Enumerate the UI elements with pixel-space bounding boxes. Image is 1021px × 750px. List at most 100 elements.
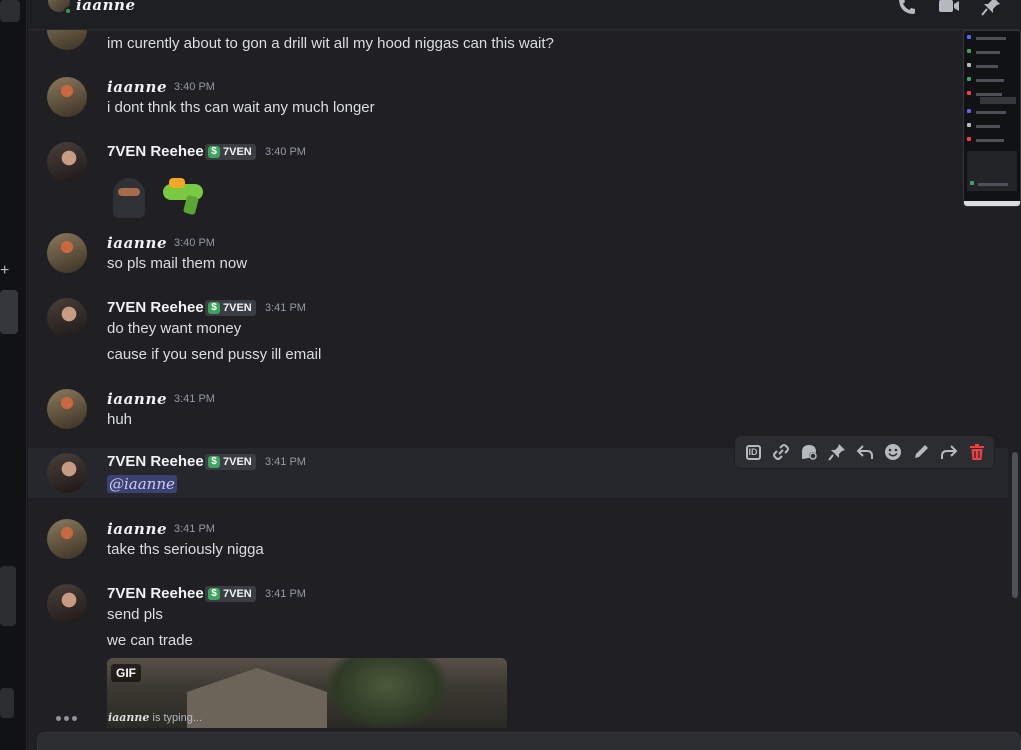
add-reaction-icon[interactable] <box>879 438 907 466</box>
preview-line <box>976 79 1004 82</box>
message-author[interactable]: iaanne <box>107 520 167 538</box>
message-author[interactable]: iaanne <box>107 234 167 252</box>
user-avatar[interactable] <box>47 142 87 182</box>
message-list[interactable]: im curently about to gon a drill wit all… <box>28 30 1021 750</box>
sidebar-fragment-selected[interactable] <box>0 290 18 334</box>
gif-badge: GIF <box>111 664 141 682</box>
edit-icon[interactable] <box>907 438 935 466</box>
message-item[interactable]: iaanne 3:40 PM so pls mail them now <box>28 231 1008 281</box>
phone-call-icon[interactable] <box>896 0 918 18</box>
message-item[interactable]: 7VEN Reehee $7VEN 3:41 PM do they want m… <box>28 296 1008 372</box>
forward-icon[interactable] <box>935 438 963 466</box>
user-avatar[interactable] <box>47 233 87 273</box>
scrollbar-thumb[interactable] <box>1012 452 1018 598</box>
message-text: so pls mail them now <box>107 255 248 272</box>
typing-indicator: iaanne is typing... <box>108 711 202 724</box>
clan-tag-label: 7VEN <box>223 146 252 158</box>
preview-server-icon <box>967 63 971 67</box>
user-avatar[interactable] <box>47 298 87 338</box>
pin-message-icon[interactable] <box>823 438 851 466</box>
message-text: we can trade <box>107 632 193 649</box>
preview-server-icon <box>967 123 971 127</box>
create-thread-icon[interactable] <box>795 438 823 466</box>
header-username[interactable]: iaanne <box>76 0 136 14</box>
message-item[interactable]: im curently about to gon a drill wit all… <box>28 30 1008 54</box>
message-author[interactable]: iaanne <box>107 390 167 408</box>
clan-tag-badge[interactable]: $7VEN <box>205 454 256 470</box>
message-timestamp: 3:40 PM <box>265 146 306 158</box>
delete-icon[interactable] <box>963 438 991 466</box>
message-timestamp: 3:41 PM <box>174 523 215 535</box>
clan-tag-label: 7VEN <box>223 456 252 468</box>
clan-tag-icon: $ <box>208 146 220 158</box>
screen-share-preview[interactable] <box>963 30 1021 207</box>
user-avatar[interactable] <box>47 77 87 117</box>
message-item[interactable]: iaanne 3:40 PM i dont thnk ths can wait … <box>28 75 1008 125</box>
message-text: do they want money <box>107 320 242 337</box>
water-pistol-emoji-icon[interactable] <box>159 176 209 220</box>
preview-status-icon <box>970 181 974 185</box>
user-avatar[interactable] <box>47 30 87 50</box>
ninja-emoji-icon[interactable] <box>107 176 151 220</box>
message-timestamp: 3:41 PM <box>265 588 306 600</box>
clan-tag-label: 7VEN <box>223 588 252 600</box>
message-text: send pls <box>107 606 163 623</box>
copy-id-label: ID <box>745 444 761 460</box>
channel-header: iaanne <box>28 0 1021 30</box>
message-author[interactable]: 7VEN Reehee <box>107 453 204 470</box>
message-timestamp: 3:41 PM <box>265 456 306 468</box>
clan-tag-label: 7VEN <box>223 302 252 314</box>
message-text: cause if you send pussy ill email <box>107 346 322 363</box>
clan-tag-badge[interactable]: $7VEN <box>205 300 256 316</box>
copy-link-icon[interactable] <box>767 438 795 466</box>
sidebar-fragment-bottom[interactable] <box>0 688 14 718</box>
message-actions-toolbar: ID <box>735 436 994 468</box>
message-item[interactable]: 7VEN Reehee $7VEN 3:40 PM <box>28 140 1008 220</box>
message-timestamp: 3:40 PM <box>174 237 215 249</box>
message-author[interactable]: 7VEN Reehee <box>107 585 204 602</box>
user-avatar[interactable] <box>47 584 87 624</box>
message-item[interactable]: 7VEN Reehee $7VEN 3:41 PM send pls we ca… <box>28 582 1008 732</box>
sidebar-fragment-top[interactable] <box>0 0 20 22</box>
preview-footer <box>964 201 1020 206</box>
preview-line <box>976 93 1002 96</box>
typing-dots-icon <box>56 716 77 721</box>
emoji-message <box>107 176 209 220</box>
online-status-indicator <box>64 7 72 15</box>
message-author[interactable]: iaanne <box>107 78 167 96</box>
user-mention[interactable]: @iaanne <box>107 475 177 493</box>
preview-highlight <box>980 97 1016 104</box>
clan-tag-icon: $ <box>208 588 220 600</box>
preview-line <box>976 111 1006 114</box>
message-author[interactable]: 7VEN Reehee <box>107 299 204 316</box>
message-item[interactable]: iaanne 3:41 PM huh <box>28 387 1008 437</box>
gif-frame-house <box>187 668 327 728</box>
preview-server-icon <box>967 109 971 113</box>
sidebar-fragment-panel <box>0 566 16 626</box>
add-icon[interactable]: + <box>0 262 9 280</box>
copy-id-icon[interactable]: ID <box>739 438 767 466</box>
message-timestamp: 3:40 PM <box>174 81 215 93</box>
preview-server-icon <box>967 49 971 53</box>
message-item[interactable]: iaanne 3:41 PM take ths seriously nigga <box>28 517 1008 567</box>
preview-line <box>976 51 1000 54</box>
user-avatar[interactable] <box>47 453 87 493</box>
message-author[interactable]: 7VEN Reehee <box>107 143 204 160</box>
clan-tag-badge[interactable]: $7VEN <box>205 144 256 160</box>
message-input[interactable] <box>37 732 1021 750</box>
clan-tag-icon: $ <box>208 456 220 468</box>
preview-line <box>978 183 1008 186</box>
preview-line <box>976 37 1006 40</box>
clan-tag-badge[interactable]: $7VEN <box>205 586 256 602</box>
preview-server-icon <box>967 91 971 95</box>
user-avatar[interactable] <box>47 519 87 559</box>
user-avatar[interactable] <box>47 389 87 429</box>
message-timestamp: 3:41 PM <box>174 393 215 405</box>
pin-icon[interactable] <box>980 0 1002 18</box>
typing-user: iaanne <box>108 711 150 724</box>
video-call-icon[interactable] <box>938 0 960 18</box>
message-text: take ths seriously nigga <box>107 541 264 558</box>
preview-server-icon <box>967 77 971 81</box>
reply-icon[interactable] <box>851 438 879 466</box>
message-text: @iaanne <box>107 475 177 493</box>
